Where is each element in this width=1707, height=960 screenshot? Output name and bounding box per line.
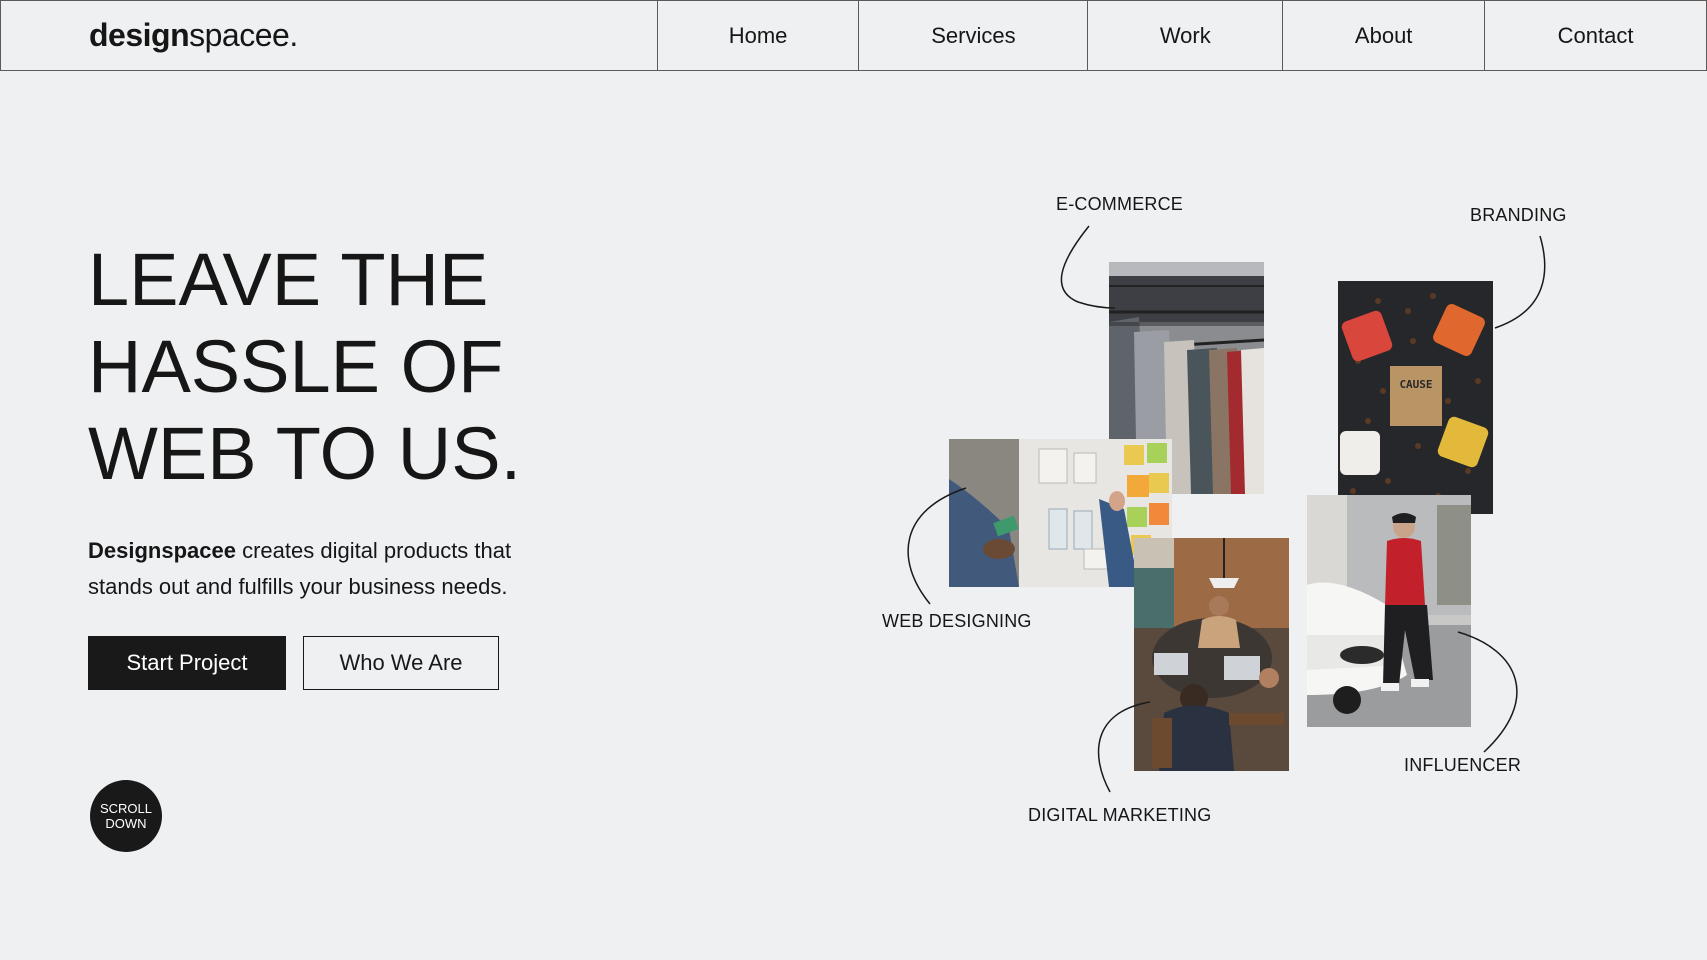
nav-services[interactable]: Services	[859, 1, 1089, 70]
nav-work[interactable]: Work	[1088, 1, 1284, 70]
influencer-photo	[1307, 495, 1471, 727]
label-influencer: INFLUENCER	[1404, 755, 1522, 775]
scroll-line-2: DOWN	[105, 816, 147, 831]
logo-cell: designspacee.	[1, 1, 658, 70]
headline-line-3: WEB TO US.	[88, 412, 522, 495]
label-branding: BRANDING	[1470, 205, 1567, 225]
cause-bag-text: CAUSE	[1399, 378, 1432, 391]
headline-line-2: HASSLE OF	[88, 325, 504, 408]
branding-connector	[1494, 235, 1546, 329]
label-digital-marketing: DIGITAL MARKETING	[1028, 805, 1212, 825]
nav-about[interactable]: About	[1283, 1, 1486, 70]
who-we-are-button[interactable]: Who We Are	[303, 636, 499, 690]
logo[interactable]: designspacee.	[89, 17, 298, 54]
ecommerce-connector	[1060, 225, 1116, 309]
start-project-button[interactable]: Start Project	[88, 636, 286, 690]
logo-bold: design	[89, 17, 190, 53]
brand-name: Designspacee	[88, 538, 236, 563]
headline-line-1: LEAVE THE	[88, 238, 489, 321]
nav-contact[interactable]: Contact	[1485, 1, 1706, 70]
branding-photo: CAUSE	[1338, 281, 1493, 514]
logo-rest: spacee.	[189, 17, 298, 53]
scroll-line-1: SCROLL	[99, 801, 153, 816]
digital-marketing-photo	[1134, 538, 1289, 771]
hero-description: Designspacee creates digital products th…	[88, 533, 558, 605]
nav-home[interactable]: Home	[658, 1, 860, 70]
hero-headline: LEAVE THE HASSLE OF WEB TO US.	[88, 236, 648, 497]
scroll-down-button[interactable]: SCROLL DOWN	[90, 780, 162, 852]
label-ecommerce: E-COMMERCE	[1056, 194, 1183, 214]
top-navigation: designspacee. Home Services Work About C…	[0, 0, 1707, 71]
label-web-designing: WEB DESIGNING	[882, 611, 1032, 631]
